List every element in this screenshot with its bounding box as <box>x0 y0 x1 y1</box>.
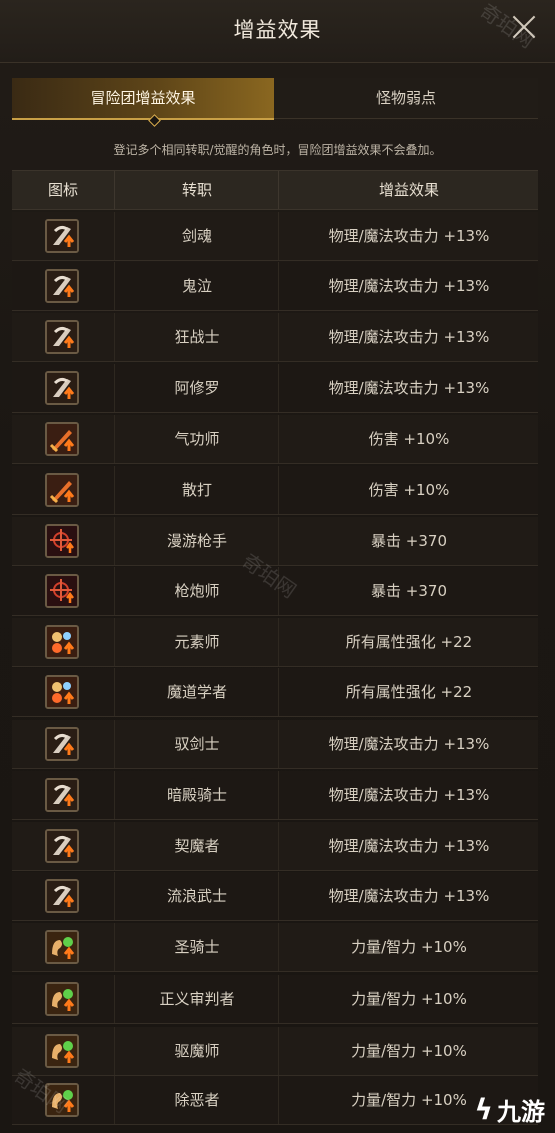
buff-effect: 力量/智力 +10% <box>278 923 539 971</box>
table-row: 剑魂 物理/魔法攻击力 +13% <box>12 212 538 261</box>
buff-effect: 力量/智力 +10% <box>278 1027 539 1075</box>
buff-effect: 伤害 +10% <box>278 415 539 463</box>
buff-effect: 物理/魔法攻击力 +13% <box>278 771 539 819</box>
table-row: 圣骑士 力量/智力 +10% <box>12 923 538 972</box>
job-name: 除恶者 <box>114 1076 279 1124</box>
element-up-icon[interactable] <box>45 625 79 659</box>
strength-int-up-icon[interactable] <box>45 930 79 964</box>
tab-bar: 冒险团增益效果 怪物弱点 <box>12 78 538 127</box>
jiuyou-logo: ϟ 九游 <box>475 1091 545 1127</box>
table-row: 狂战士 物理/魔法攻击力 +13% <box>12 313 538 362</box>
header-icon: 图标 <box>47 181 78 199</box>
blade-attack-up-icon[interactable] <box>45 778 79 812</box>
buff-effect: 伤害 +10% <box>278 466 539 514</box>
blade-attack-up-icon[interactable] <box>45 727 79 761</box>
tab-monster-weakness[interactable]: 怪物弱点 <box>274 78 538 119</box>
header-job: 转职 <box>114 171 279 209</box>
job-name: 驱魔师 <box>114 1027 279 1075</box>
job-name: 契魔者 <box>114 822 279 870</box>
table-header: 图标 转职 增益效果 <box>12 170 538 210</box>
blade-attack-up-icon[interactable] <box>45 371 79 405</box>
buff-effect: 暴击 +370 <box>278 567 539 615</box>
table-row: 契魔者 物理/魔法攻击力 +13% <box>12 822 538 871</box>
tab-adventure-buff[interactable]: 冒险团增益效果 <box>12 78 274 120</box>
title-bar: 增益效果 <box>0 0 555 63</box>
buff-effect: 物理/魔法攻击力 +13% <box>278 212 539 260</box>
job-name: 气功师 <box>114 415 279 463</box>
buff-effect: 物理/魔法攻击力 +13% <box>278 822 539 870</box>
table-row: 流浪武士 物理/魔法攻击力 +13% <box>12 872 538 921</box>
job-name: 暗殿骑士 <box>114 771 279 819</box>
job-name: 狂战士 <box>114 313 279 361</box>
buff-effect: 物理/魔法攻击力 +13% <box>278 872 539 920</box>
strength-int-up-icon[interactable] <box>45 982 79 1016</box>
table-row: 驱魔师 力量/智力 +10% <box>12 1027 538 1076</box>
buff-panel: 增益效果 冒险团增益效果 怪物弱点 登记多个相同转职/觉醒的角色时，冒险团增益效… <box>0 0 555 1133</box>
buff-effect: 物理/魔法攻击力 +13% <box>278 720 539 768</box>
table-row: 驭剑士 物理/魔法攻击力 +13% <box>12 720 538 769</box>
crosshair-crit-up-icon[interactable] <box>45 524 79 558</box>
job-name: 元素师 <box>114 618 279 666</box>
blade-attack-up-icon[interactable] <box>45 320 79 354</box>
sword-damage-up-icon[interactable] <box>45 473 79 507</box>
table-row: 元素师 所有属性强化 +22 <box>12 618 538 667</box>
table-row: 散打 伤害 +10% <box>12 466 538 515</box>
buff-effect: 所有属性强化 +22 <box>278 618 539 666</box>
job-name: 圣骑士 <box>114 923 279 971</box>
table-row: 漫游枪手 暴击 +370 <box>12 517 538 566</box>
job-name: 枪炮师 <box>114 567 279 615</box>
job-name: 驭剑士 <box>114 720 279 768</box>
job-name: 阿修罗 <box>114 364 279 412</box>
table-row: 正义审判者 力量/智力 +10% <box>12 975 538 1024</box>
job-name: 鬼泣 <box>114 262 279 310</box>
element-up-icon[interactable] <box>45 675 79 709</box>
job-name: 剑魂 <box>114 212 279 260</box>
header-effect: 增益效果 <box>278 171 539 209</box>
job-name: 魔道学者 <box>114 668 279 716</box>
strength-int-up-icon[interactable] <box>45 1034 79 1068</box>
crosshair-crit-up-icon[interactable] <box>45 574 79 608</box>
logo-mark-icon: ϟ <box>474 1092 493 1126</box>
strength-int-up-icon[interactable] <box>45 1083 79 1117</box>
logo-text: 九游 <box>497 1097 545 1126</box>
table-row: 除恶者 力量/智力 +10% <box>12 1076 538 1125</box>
blade-attack-up-icon[interactable] <box>45 879 79 913</box>
job-name: 漫游枪手 <box>114 517 279 565</box>
table-row: 暗殿骑士 物理/魔法攻击力 +13% <box>12 771 538 820</box>
blade-attack-up-icon[interactable] <box>45 219 79 253</box>
job-name: 流浪武士 <box>114 872 279 920</box>
job-name: 散打 <box>114 466 279 514</box>
table-row: 枪炮师 暴击 +370 <box>12 567 538 616</box>
buff-effect: 所有属性强化 +22 <box>278 668 539 716</box>
blade-attack-up-icon[interactable] <box>45 269 79 303</box>
sword-damage-up-icon[interactable] <box>45 422 79 456</box>
table-row: 魔道学者 所有属性强化 +22 <box>12 668 538 717</box>
table-row: 气功师 伤害 +10% <box>12 415 538 464</box>
buff-effect: 物理/魔法攻击力 +13% <box>278 364 539 412</box>
buff-effect: 暴击 +370 <box>278 517 539 565</box>
notice-text: 登记多个相同转职/觉醒的角色时，冒险团增益效果不会叠加。 <box>113 143 442 157</box>
table-row: 鬼泣 物理/魔法攻击力 +13% <box>12 262 538 311</box>
blade-attack-up-icon[interactable] <box>45 829 79 863</box>
close-icon[interactable] <box>511 14 537 40</box>
buff-effect: 物理/魔法攻击力 +13% <box>278 262 539 310</box>
window-title: 增益效果 <box>233 18 322 42</box>
job-name: 正义审判者 <box>114 975 279 1023</box>
buff-effect: 物理/魔法攻击力 +13% <box>278 313 539 361</box>
buff-effect: 力量/智力 +10% <box>278 975 539 1023</box>
table-row: 阿修罗 物理/魔法攻击力 +13% <box>12 364 538 413</box>
